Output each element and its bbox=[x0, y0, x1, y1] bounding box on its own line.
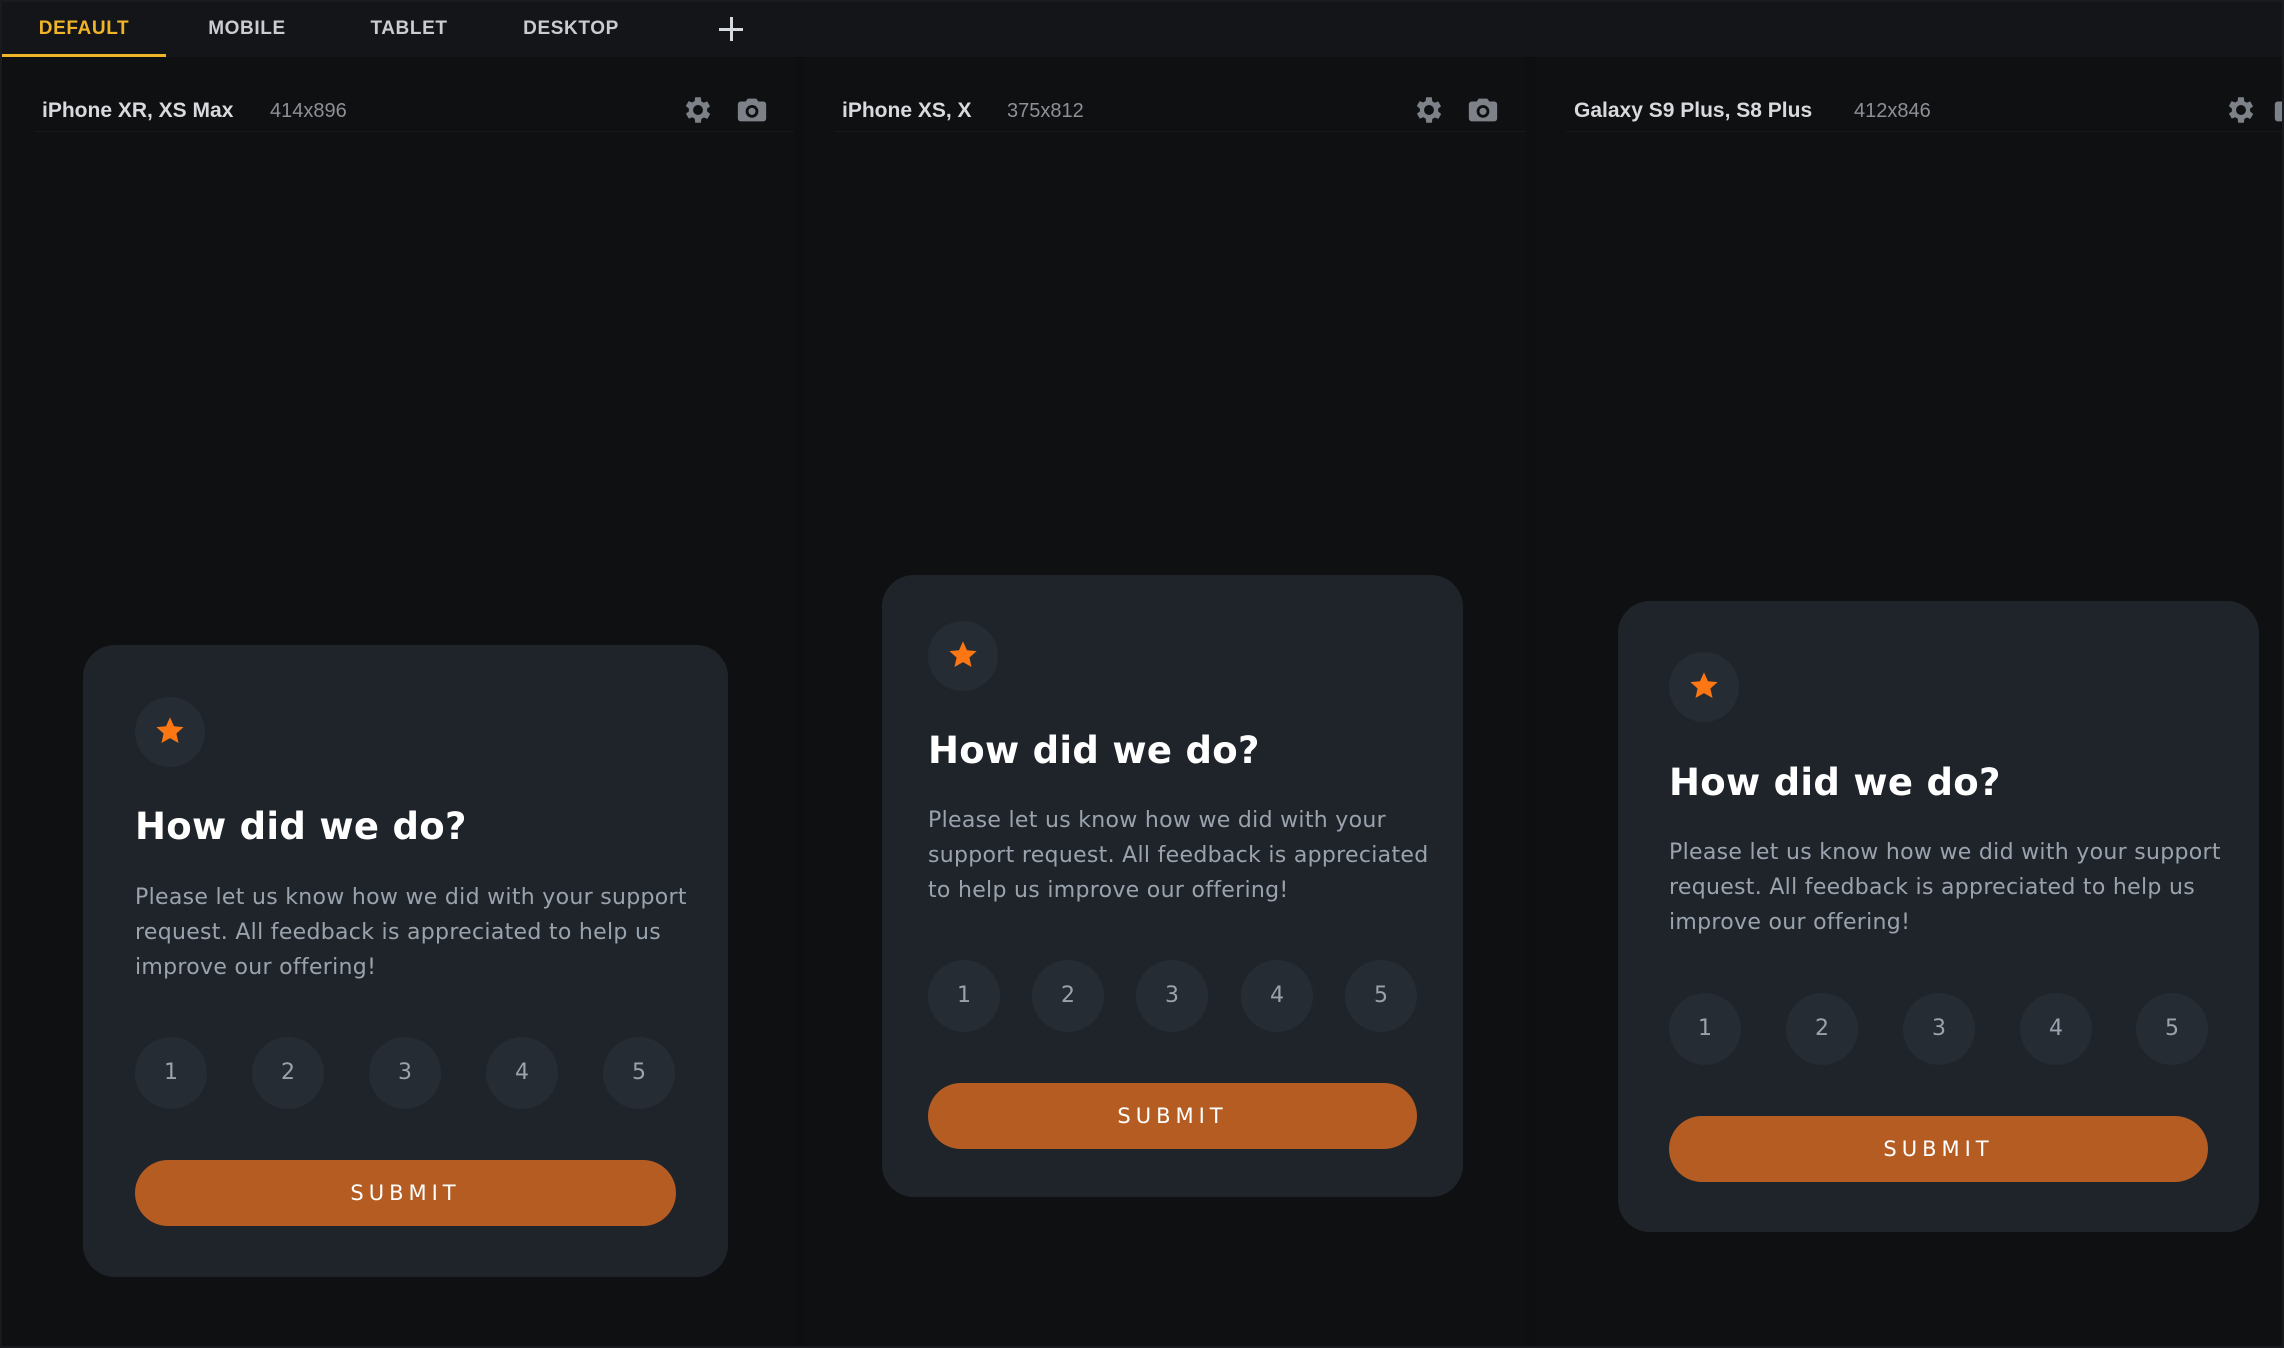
card-description: Please let us know how we did with your … bbox=[1669, 840, 2221, 935]
rating-card: How did we do? Please let us know how we… bbox=[83, 645, 728, 1277]
rating-4-button[interactable]: 4 bbox=[2020, 993, 2092, 1065]
rating-2-button[interactable]: 2 bbox=[1786, 993, 1858, 1065]
rating-3-button[interactable]: 3 bbox=[1136, 960, 1208, 1032]
rating-1-button[interactable]: 1 bbox=[1669, 993, 1741, 1065]
camera-icon[interactable] bbox=[735, 93, 769, 127]
rating-card: How did we do? Please let us know how we… bbox=[1618, 601, 2259, 1232]
gear-icon[interactable] bbox=[1412, 93, 1446, 127]
star-icon-container bbox=[928, 621, 998, 691]
rating-4-button[interactable]: 4 bbox=[486, 1037, 558, 1109]
card-title: How did we do? bbox=[928, 729, 1260, 772]
submit-button[interactable]: SUBMIT bbox=[135, 1160, 676, 1226]
device-name: iPhone XR, XS Max bbox=[42, 99, 234, 122]
star-icon-container bbox=[135, 697, 205, 767]
rating-2-button[interactable]: 2 bbox=[1032, 960, 1104, 1032]
camera-icon[interactable] bbox=[1466, 93, 1500, 127]
device-name: iPhone XS, X bbox=[842, 99, 972, 122]
gear-icon[interactable] bbox=[2224, 93, 2258, 127]
submit-button[interactable]: SUBMIT bbox=[928, 1083, 1417, 1149]
rating-5-button[interactable]: 5 bbox=[603, 1037, 675, 1109]
gear-icon[interactable] bbox=[681, 93, 715, 127]
rating-5-button[interactable]: 5 bbox=[2136, 993, 2208, 1065]
card-title: How did we do? bbox=[135, 805, 467, 848]
star-icon-container bbox=[1669, 652, 1739, 722]
device-size: 414x896 bbox=[270, 100, 347, 122]
tab-default[interactable]: DEFAULT bbox=[2, 2, 166, 57]
device-header: iPhone XR, XS Max 414x896 bbox=[34, 91, 794, 132]
device-size: 412x846 bbox=[1854, 100, 1931, 122]
rating-4-button[interactable]: 4 bbox=[1241, 960, 1313, 1032]
card-description: Please let us know how we did with your … bbox=[928, 808, 1429, 903]
tab-desktop[interactable]: DESKTOP bbox=[490, 2, 652, 57]
rating-1-button[interactable]: 1 bbox=[928, 960, 1000, 1032]
device-header: iPhone XS, X 375x812 bbox=[834, 91, 1526, 132]
star-icon bbox=[1690, 672, 1718, 698]
rating-1-button[interactable]: 1 bbox=[135, 1037, 207, 1109]
card-title: How did we do? bbox=[1669, 761, 2001, 804]
device-pane-iphone-xs: iPhone XS, X 375x812 How did we do? Plea… bbox=[804, 57, 1526, 1346]
tab-mobile[interactable]: MOBILE bbox=[166, 2, 328, 57]
star-icon bbox=[949, 641, 977, 667]
responsive-viewer: DEFAULT MOBILE TABLET DESKTOP iPhone XR,… bbox=[0, 0, 2284, 1348]
rating-card: How did we do? Please let us know how we… bbox=[882, 575, 1463, 1197]
rating-5-button[interactable]: 5 bbox=[1345, 960, 1417, 1032]
device-pane-galaxy-s9: Galaxy S9 Plus, S8 Plus 412x846 How did … bbox=[1536, 57, 2282, 1346]
device-pane-iphone-xr: iPhone XR, XS Max 414x896 How did we do?… bbox=[4, 57, 794, 1346]
card-description: Please let us know how we did with your … bbox=[135, 885, 687, 980]
device-size: 375x812 bbox=[1007, 100, 1084, 122]
plus-icon[interactable] bbox=[714, 12, 748, 46]
device-name: Galaxy S9 Plus, S8 Plus bbox=[1574, 99, 1813, 122]
rating-2-button[interactable]: 2 bbox=[252, 1037, 324, 1109]
camera-icon[interactable] bbox=[2272, 93, 2282, 127]
rating-3-button[interactable]: 3 bbox=[369, 1037, 441, 1109]
submit-button[interactable]: SUBMIT bbox=[1669, 1116, 2208, 1182]
device-header: Galaxy S9 Plus, S8 Plus 412x846 bbox=[1566, 91, 2282, 132]
rating-3-button[interactable]: 3 bbox=[1903, 993, 1975, 1065]
tab-bar: DEFAULT MOBILE TABLET DESKTOP bbox=[2, 2, 2282, 58]
star-icon bbox=[156, 717, 184, 743]
tab-tablet[interactable]: TABLET bbox=[328, 2, 490, 57]
